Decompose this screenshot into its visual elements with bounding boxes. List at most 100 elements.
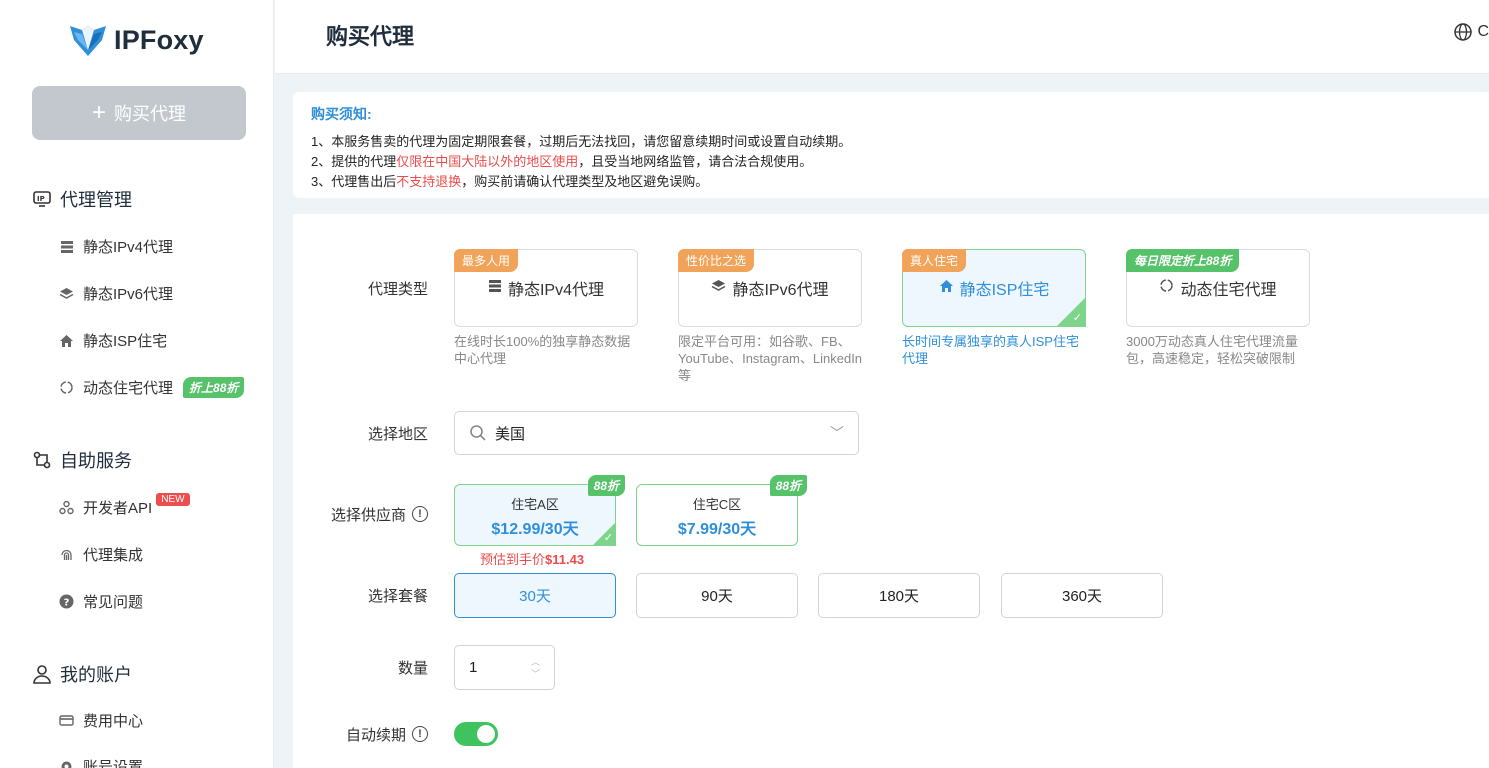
type-tag: 每日限定折上88折 [1126, 249, 1240, 272]
sidebar-item-static-ipv4[interactable]: 静态IPv4代理 [58, 236, 173, 257]
buy-proxy-button[interactable]: + 购买代理 [32, 86, 246, 140]
notice-text: 3、代理售出后 [311, 174, 397, 189]
estimated-price: 预估到手价$11.43 [480, 549, 584, 568]
home-icon [939, 279, 954, 298]
type-description: 在线时长100%的独享静态数据中心代理 [454, 334, 631, 366]
nav-group-label: 代理管理 [60, 190, 132, 210]
discount-badge: 88折 [587, 475, 625, 496]
nav-group-my-account[interactable]: 我的账户 [32, 661, 132, 687]
discount-badge: 折上88折 [183, 377, 245, 398]
check-icon: ✓ [1072, 312, 1082, 324]
type-description: 3000万动态真人住宅代理流量包，高速稳定，轻松突破限制 [1126, 334, 1298, 366]
sidebar-item-proxy-integration[interactable]: 代理集成 [58, 544, 143, 565]
top-header: 购买代理 C [275, 0, 1489, 74]
layers-icon [58, 285, 75, 302]
layers-icon [711, 279, 726, 298]
region-select[interactable]: 美国 ﹀ [454, 411, 859, 455]
sidebar-item-label: 静态IPv6代理 [83, 286, 174, 303]
nav-group-label: 自助服务 [60, 451, 132, 471]
sidebar-item-static-isp[interactable]: 静态ISP住宅 [58, 330, 167, 351]
sidebar-item-account-settings[interactable]: 账号设置 [58, 756, 143, 768]
discount-badge: 88折 [769, 475, 807, 496]
quantity-label: 数量 [397, 659, 428, 677]
estimate-label: 预估到手价 [480, 552, 546, 567]
sidebar-item-label: 账号设置 [83, 759, 144, 768]
nav-group-self-service[interactable]: 自助服务 [32, 447, 132, 473]
chevron-up-icon[interactable]: ︿ [531, 656, 540, 668]
auto-renew-toggle[interactable] [454, 722, 498, 746]
sidebar-item-developer-api[interactable]: 开发者API NEW [58, 493, 190, 518]
notice-line-1: 1、本服务售卖的代理为固定期限套餐，过期后无法找回，请您留意续期时间或设置自动续… [311, 134, 852, 149]
provider-option-a[interactable]: 住宅A区 $12.99/30天 88折 ✓ [454, 475, 625, 546]
toggle-knob [477, 725, 495, 743]
sidebar-item-dynamic-residential[interactable]: 动态住宅代理 折上88折 [58, 377, 245, 398]
quantity-value: 1 [469, 659, 478, 676]
refresh-icon [1159, 278, 1174, 298]
question-icon: ? [58, 593, 75, 610]
sidebar-item-label: 动态住宅代理 [83, 380, 174, 397]
chevron-down-icon[interactable]: ﹀ [531, 668, 540, 680]
nav-group-proxy-management[interactable]: IP 代理管理 [32, 186, 132, 212]
language-label: C [1477, 23, 1489, 40]
provider-name: 住宅C区 [692, 497, 742, 512]
plan-option-180[interactable]: 180天 [818, 573, 980, 618]
language-switcher[interactable]: C [1453, 22, 1489, 42]
page-title: 购买代理 [326, 24, 415, 49]
proxy-type-static-ipv4[interactable]: 最多人用 静态IPv4代理 [454, 249, 638, 327]
type-description: 长时间专属独享的真人ISP住宅代理 [902, 334, 1079, 366]
provider-option-c[interactable]: 住宅C区 $7.99/30天 88折 [636, 475, 807, 546]
sidebar-item-billing[interactable]: 费用中心 [58, 710, 143, 731]
sidebar-item-faq[interactable]: ? 常见问题 [58, 591, 143, 612]
notice-highlight: 不支持退换 [396, 174, 462, 189]
quantity-stepper[interactable]: 1 ︿ ﹀ [454, 645, 555, 690]
fox-logo-icon [70, 26, 106, 56]
provider-price: $12.99/30天 [491, 521, 579, 538]
search-icon [470, 425, 486, 441]
sidebar-item-label: 代理集成 [83, 547, 144, 564]
plan-option-90[interactable]: 90天 [636, 573, 798, 618]
provider-label-text: 选择供应商 [330, 506, 406, 524]
provider-label: 选择供应商 ! [293, 504, 428, 524]
notice-text: 2、提供的代理 [311, 154, 397, 169]
notice-text: ，且受当地网络监管，请合法合规使用。 [578, 154, 813, 169]
sidebar-item-label: 静态IPv4代理 [83, 239, 174, 256]
user-icon [33, 665, 51, 684]
proxy-type-dynamic-residential[interactable]: 每日限定折上88折 动态住宅代理 [1126, 249, 1310, 327]
region-label: 选择地区 [367, 425, 428, 443]
proxy-type-static-isp[interactable]: 真人住宅 静态ISP住宅 ✓ [902, 249, 1086, 327]
logo[interactable]: IPFoxy [68, 22, 204, 58]
info-icon[interactable]: ! [412, 726, 428, 742]
new-badge: NEW [156, 493, 190, 506]
notice-line-3: 3、代理售出后不支持退换，购买前请确认代理类型及地区避免误购。 [311, 172, 1475, 192]
plan-option-30[interactable]: 30天 [454, 573, 616, 618]
home-icon [58, 332, 75, 349]
notice-highlight: 仅限在中国大陆以外的地区使用 [396, 154, 579, 169]
type-name: 静态IPv6代理 [732, 282, 829, 299]
sidebar-item-static-ipv6[interactable]: 静态IPv6代理 [58, 283, 173, 304]
type-tag: 真人住宅 [902, 249, 967, 272]
server-icon [488, 279, 502, 298]
sidebar-item-label: 开发者API [83, 500, 153, 517]
auto-renew-label-text: 自动续期 [345, 726, 406, 744]
nav-group-label: 我的账户 [60, 665, 132, 685]
brand-name: IPFoxy [114, 24, 204, 55]
proxy-type-static-ipv6[interactable]: 性价比之选 静态IPv6代理 [678, 249, 862, 327]
type-name: 静态ISP住宅 [959, 282, 1050, 299]
provider-name: 住宅A区 [511, 497, 559, 512]
notice-text: ，购买前请确认代理类型及地区避免误购。 [461, 174, 709, 189]
stepper-arrows[interactable]: ︿ ﹀ [531, 656, 540, 680]
type-name: 静态IPv4代理 [507, 282, 605, 299]
server-icon [58, 238, 75, 255]
sidebar-item-label: 费用中心 [83, 713, 144, 730]
sidebar-item-label: 静态ISP住宅 [83, 333, 168, 350]
buy-proxy-label: 购买代理 [114, 104, 186, 124]
proxy-type-label: 代理类型 [367, 280, 428, 298]
notice-title: 购买须知: [311, 106, 372, 122]
plus-icon: + [91, 99, 106, 126]
purchase-notice: 购买须知: 1、本服务售卖的代理为固定期限套餐，过期后无法找回，请您留意续期时间… [293, 92, 1489, 198]
credit-card-icon [58, 712, 75, 729]
info-icon[interactable]: ! [412, 506, 428, 522]
plan-option-360[interactable]: 360天 [1001, 573, 1163, 618]
svg-text:?: ? [64, 597, 70, 608]
type-name: 动态住宅代理 [1180, 282, 1277, 299]
